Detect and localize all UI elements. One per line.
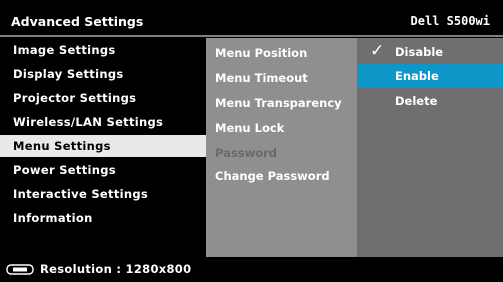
menu-item-power-settings[interactable]: Power Settings (0, 159, 206, 181)
osd-menu: Advanced Settings Dell S500wi Image Sett… (0, 0, 503, 282)
submenu-item-password: Password (206, 141, 357, 163)
status-bar: Resolution : 1280x800 (0, 257, 503, 282)
menu-item-wireless-lan-settings[interactable]: Wireless/LAN Settings (0, 111, 206, 133)
submenu-item-change-password[interactable]: Change Password (206, 164, 357, 186)
check-mark-icon: ✓ (370, 41, 385, 61)
submenu-item-label: Menu Position (215, 46, 308, 60)
menu-item-menu-settings[interactable]: Menu Settings (0, 135, 206, 157)
submenu-item-menu-timeout[interactable]: Menu Timeout (206, 66, 357, 88)
menu-item-interactive-settings[interactable]: Interactive Settings (0, 183, 206, 205)
option-disable[interactable]: ✓ Disable (357, 40, 503, 64)
model-name: Dell S500wi (410, 14, 490, 28)
option-enable[interactable]: Enable (357, 64, 503, 88)
menu-item-label: Menu Settings (13, 139, 111, 153)
header-divider (0, 35, 503, 37)
menu-item-label: Interactive Settings (13, 187, 149, 201)
submenu-item-label: Menu Transparency (215, 96, 342, 110)
menu-item-image-settings[interactable]: Image Settings (0, 39, 206, 61)
resolution-readout: Resolution : 1280x800 (40, 262, 192, 276)
menu-item-label: Information (13, 211, 93, 225)
menu-item-display-settings[interactable]: Display Settings (0, 63, 206, 85)
option-label: Delete (395, 94, 438, 108)
submenu-item-label: Password (215, 146, 277, 160)
option-label: Disable (395, 45, 444, 59)
submenu-item-label: Menu Lock (215, 121, 285, 135)
menu-item-label: Power Settings (13, 163, 116, 177)
menu-item-label: Projector Settings (13, 91, 137, 105)
submenu-item-menu-transparency[interactable]: Menu Transparency (206, 91, 357, 113)
option-delete[interactable]: Delete (357, 89, 503, 113)
menu-item-label: Display Settings (13, 67, 124, 81)
options-panel: ✓ Disable Enable Delete (357, 38, 503, 257)
submenu-item-label: Change Password (215, 169, 330, 183)
menu-title: Advanced Settings (11, 14, 144, 29)
option-label: Enable (395, 69, 439, 83)
menu-item-label: Image Settings (13, 43, 116, 57)
submenu-item-label: Menu Timeout (215, 71, 308, 85)
header-bar: Advanced Settings Dell S500wi (0, 8, 503, 34)
menu-item-projector-settings[interactable]: Projector Settings (0, 87, 206, 109)
submenu-item-menu-position[interactable]: Menu Position (206, 41, 357, 63)
menu-item-label: Wireless/LAN Settings (13, 115, 164, 129)
submenu-panel: Menu Position Menu Timeout Menu Transpar… (206, 38, 357, 257)
main-menu: Image Settings Display Settings Projecto… (0, 38, 206, 257)
submenu-item-menu-lock[interactable]: Menu Lock (206, 116, 357, 138)
projector-source-icon (6, 264, 34, 275)
menu-item-information[interactable]: Information (0, 207, 206, 229)
